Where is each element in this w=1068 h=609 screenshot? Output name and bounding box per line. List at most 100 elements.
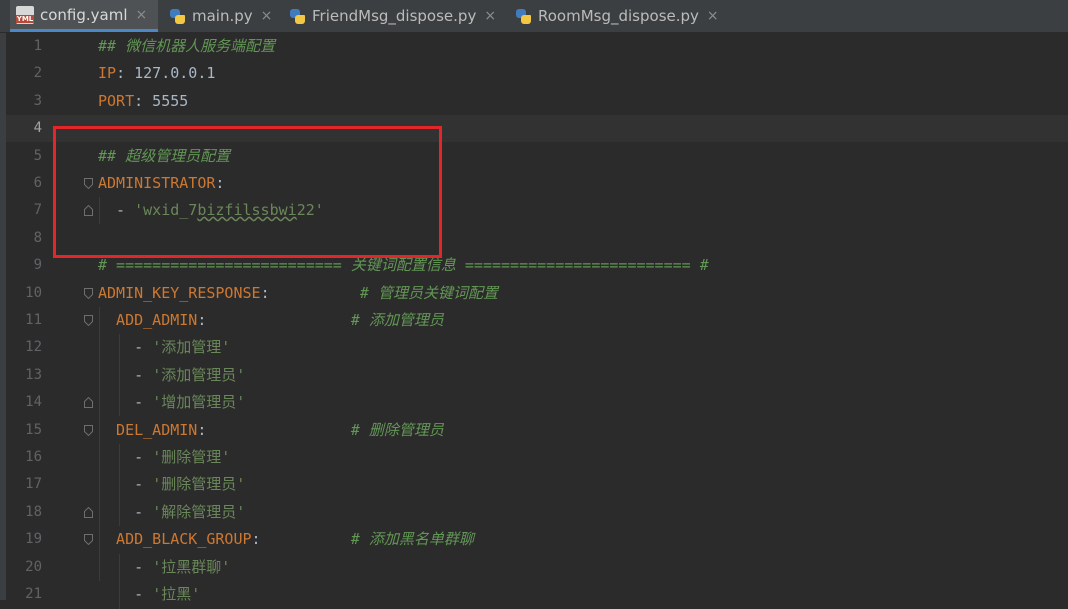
code-text: ADD_BLACK_GROUP: # 添加黑名单群聊 [98, 526, 474, 553]
code-token: # 添加黑名单群聊 [350, 530, 474, 548]
code-line[interactable]: 10 ADMIN_KEY_RESPONSE: # 管理员关键词配置 [6, 280, 1068, 307]
code-token: : 127.0.0.1 [116, 64, 216, 82]
line-number: 12 [25, 339, 42, 355]
code-token: : [197, 421, 351, 439]
close-icon[interactable]: × [261, 8, 273, 24]
line-number: 10 [25, 285, 42, 301]
line-number: 5 [33, 148, 42, 164]
line-number: 1 [33, 38, 42, 54]
code-text: ADMIN_KEY_RESPONSE: # 管理员关键词配置 [98, 280, 498, 307]
code-token: - [98, 558, 153, 576]
indent-guide [99, 307, 100, 581]
tab-config-yaml[interactable]: YML config.yaml × [10, 0, 158, 32]
highlight-box [53, 126, 442, 258]
code-token: - [98, 448, 153, 466]
line-number: 21 [25, 586, 42, 602]
line-number: 15 [25, 422, 42, 438]
fold-open-icon[interactable] [84, 534, 93, 545]
code-editor[interactable]: 1 ## 微信机器人服务端配置 2 IP: 127.0.0.1 3 PORT: 5555 4… [6, 33, 1068, 609]
code-token: # ========================= 关键词配置信息 ====… [98, 256, 709, 274]
code-line[interactable]: 20 - '拉黑群聊' [6, 554, 1068, 581]
indent-guide [119, 444, 120, 526]
code-token: ADD_BLACK_GROUP [98, 530, 252, 548]
tab-main-py[interactable]: main.py × [162, 0, 274, 32]
line-number: 3 [33, 93, 42, 109]
editor-tab-bar: YML config.yaml × main.py × FriendMsg_di… [0, 0, 1068, 33]
code-token: PORT [98, 92, 135, 110]
fold-open-icon[interactable] [84, 315, 93, 326]
code-text: - '删除管理' [98, 444, 230, 471]
python-file-icon [514, 7, 532, 25]
code-token: '删除管理' [152, 448, 231, 466]
code-line[interactable]: 3 PORT: 5555 [6, 88, 1068, 115]
line-number: 14 [25, 394, 42, 410]
code-token: DEL_ADMIN [98, 421, 198, 439]
tab-label: main.py [192, 7, 253, 25]
code-line[interactable]: 18 - '解除管理员' [6, 499, 1068, 526]
code-token: ADD_ADMIN [98, 311, 198, 329]
code-line[interactable]: 13 - '添加管理员' [6, 362, 1068, 389]
line-number: 13 [25, 367, 42, 383]
code-token: '删除管理员' [152, 475, 246, 493]
fold-open-icon[interactable] [84, 425, 93, 436]
line-number: 7 [33, 202, 42, 218]
tab-label: RoomMsg_dispose.py [538, 7, 699, 25]
code-text: ADD_ADMIN: # 添加管理员 [98, 307, 444, 334]
code-token: - [98, 393, 153, 411]
close-icon[interactable]: × [484, 8, 496, 24]
code-text: DEL_ADMIN: # 删除管理员 [98, 417, 444, 444]
code-token: - [98, 475, 153, 493]
tab-friendmsg-dispose-py[interactable]: FriendMsg_dispose.py × [282, 0, 504, 32]
code-line[interactable]: 21 - '拉黑' [6, 581, 1068, 608]
code-token: ## 微信机器人服务端配置 [98, 37, 276, 55]
code-token: '添加管理' [152, 338, 231, 356]
close-icon[interactable]: × [136, 7, 148, 23]
line-number: 18 [25, 504, 42, 520]
line-number: 17 [25, 476, 42, 492]
code-line[interactable]: 15 DEL_ADMIN: # 删除管理员 [6, 417, 1068, 444]
tab-roommsg-dispose-py[interactable]: RoomMsg_dispose.py × [508, 0, 730, 32]
code-text: - '添加管理' [98, 334, 230, 361]
code-text: IP: 127.0.0.1 [98, 60, 215, 87]
code-text: - '添加管理员' [98, 362, 245, 389]
code-line[interactable]: 17 - '删除管理员' [6, 471, 1068, 498]
code-line[interactable]: 2 IP: 127.0.0.1 [6, 60, 1068, 87]
code-token: # 删除管理员 [350, 421, 444, 439]
line-number: 20 [25, 559, 42, 575]
close-icon[interactable]: × [707, 8, 719, 24]
code-line[interactable]: 19 ADD_BLACK_GROUP: # 添加黑名单群聊 [6, 526, 1068, 553]
fold-open-icon[interactable] [84, 288, 93, 299]
indent-guide [119, 334, 120, 416]
line-number: 9 [33, 257, 42, 273]
code-text: - '增加管理员' [98, 389, 245, 416]
fold-close-icon[interactable] [84, 397, 93, 408]
line-number: 19 [25, 531, 42, 547]
code-line[interactable]: 12 - '添加管理' [6, 334, 1068, 361]
code-token: '解除管理员' [152, 503, 246, 521]
code-token: : 5555 [134, 92, 189, 110]
python-file-icon [288, 7, 306, 25]
yaml-file-icon: YML [16, 5, 34, 24]
code-token: : [260, 284, 360, 302]
code-text: PORT: 5555 [98, 88, 188, 115]
line-number: 4 [33, 120, 42, 136]
code-line[interactable]: 11 ADD_ADMIN: # 添加管理员 [6, 307, 1068, 334]
line-number: 16 [25, 449, 42, 465]
code-text: - '拉黑' [98, 581, 200, 608]
code-token: ADMIN_KEY_RESPONSE [98, 284, 261, 302]
line-number: 11 [25, 312, 42, 328]
line-number: 2 [33, 65, 42, 81]
code-token: # 管理员关键词配置 [359, 284, 498, 302]
code-text: - '拉黑群聊' [98, 554, 230, 581]
code-line[interactable]: 14 - '增加管理员' [6, 389, 1068, 416]
tab-label: config.yaml [40, 5, 128, 24]
code-token: IP [98, 64, 117, 82]
code-token: - [98, 585, 153, 603]
code-line[interactable]: 1 ## 微信机器人服务端配置 [6, 33, 1068, 60]
code-line[interactable]: 16 - '删除管理' [6, 444, 1068, 471]
code-token: '添加管理员' [152, 366, 246, 384]
line-number: 6 [33, 175, 42, 191]
code-text: - '删除管理员' [98, 471, 245, 498]
code-token: - [98, 338, 153, 356]
fold-close-icon[interactable] [84, 507, 93, 518]
